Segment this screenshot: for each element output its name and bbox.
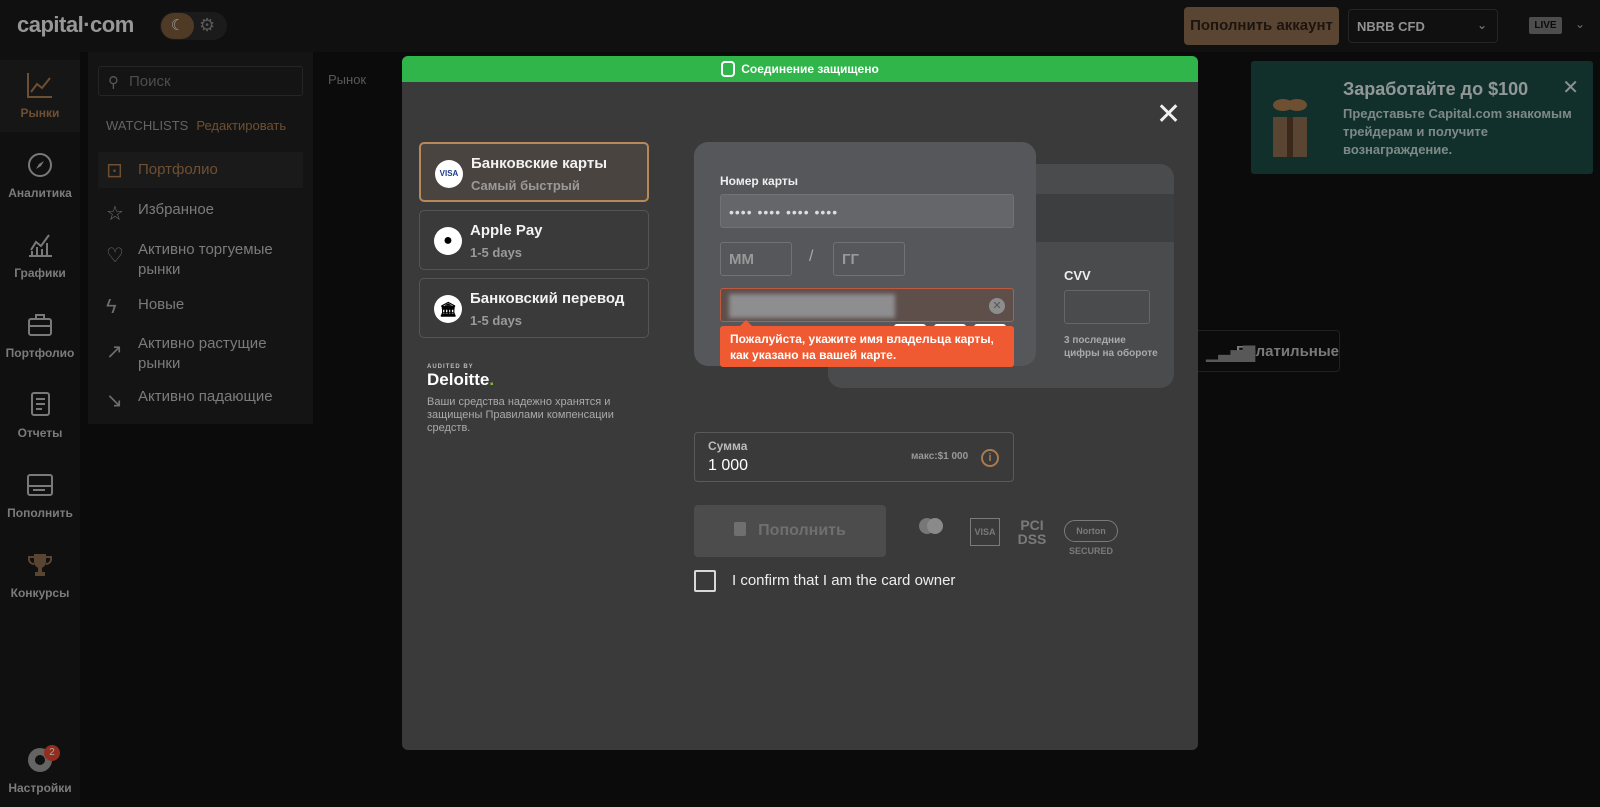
payment-method-title: Банковский перевод	[470, 290, 625, 307]
amount-value[interactable]: 1 000	[708, 457, 748, 475]
deposit-label: Пополнить	[758, 522, 846, 539]
amount-field[interactable]: Сумма 1 000 макс:$1 000 i	[694, 432, 1014, 482]
deloitte-logo: Deloitte.	[427, 370, 495, 389]
visa-mastercard-icon: VISA	[435, 160, 463, 188]
payment-method-subtitle: 1-5 days	[470, 245, 523, 260]
expiry-separator: /	[809, 248, 814, 265]
clear-input-icon[interactable]: ✕	[989, 298, 1005, 314]
confirm-owner-checkbox[interactable]	[694, 570, 716, 592]
apple-icon: ●	[434, 227, 462, 255]
deloitte-wordmark: Deloitte	[427, 370, 490, 389]
bank-icon: 🏛	[434, 295, 462, 323]
info-icon[interactable]: i	[981, 449, 999, 467]
error-text: Пожалуйста, укажите имя владельца карты,…	[730, 332, 994, 362]
pci-dss-icon: PCI DSS	[1017, 517, 1047, 547]
lock-icon	[734, 522, 747, 536]
cardholder-error-tooltip: Пожалуйста, укажите имя владельца карты,…	[720, 320, 1014, 367]
payment-method-title: Apple Pay	[470, 222, 543, 239]
deposit-button[interactable]: Пополнить	[694, 505, 886, 557]
norton-secured-icon: Norton SECURED	[1064, 520, 1118, 556]
cvv-hint: 3 последние цифры на обороте	[1064, 335, 1158, 359]
secure-label: Соединение защищено	[741, 62, 879, 76]
expiry-month-input[interactable]: ММ	[720, 242, 792, 276]
payment-method-bank-transfer[interactable]: 🏛 Банковский перевод 1-5 days	[419, 278, 649, 338]
payment-method-apple-pay[interactable]: ● Apple Pay 1-5 days	[419, 210, 649, 270]
payment-method-subtitle: Самый быстрый	[471, 178, 580, 193]
redacted-name	[729, 294, 895, 318]
card-number-input[interactable]: •••• •••• •••• ••••	[720, 194, 1014, 228]
cvv-input[interactable]	[1064, 290, 1150, 324]
payment-method-subtitle: 1-5 days	[470, 313, 523, 328]
confirm-owner-label[interactable]: I confirm that I am the card owner	[732, 572, 955, 589]
mastercard-securecode-icon	[916, 516, 946, 538]
deposit-modal: Соединение защищено ✕ VISA Банковские ка…	[402, 56, 1198, 750]
close-icon[interactable]: ✕	[1156, 100, 1181, 130]
tooltip-arrow	[740, 320, 752, 326]
expiry-year-input[interactable]: ГГ	[833, 242, 905, 276]
cardholder-name-input[interactable]: ✕	[720, 288, 1014, 322]
funds-protection-note: Ваши средства надежно хранятся и защищен…	[427, 396, 614, 434]
card-number-label: Номер карты	[720, 174, 799, 188]
cvv-label: CVV	[1064, 268, 1091, 283]
payment-method-bank-cards[interactable]: VISA Банковские карты Самый быстрый	[419, 142, 649, 202]
shield-lock-icon	[721, 61, 736, 77]
amount-label: Сумма	[708, 439, 748, 453]
visa-verified-icon: VISA	[970, 518, 1000, 546]
secure-connection-bar: Соединение защищено	[402, 56, 1198, 82]
amount-max: макс:$1 000	[911, 451, 969, 462]
payment-method-title: Банковские карты	[471, 155, 608, 172]
